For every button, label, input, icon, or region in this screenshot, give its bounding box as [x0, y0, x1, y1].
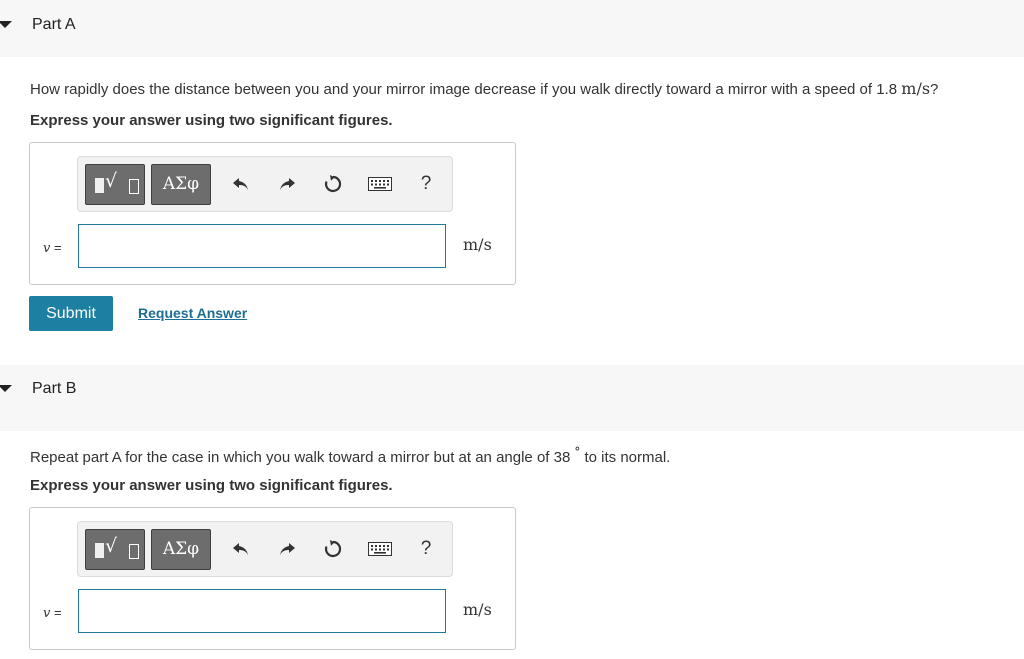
math-toolbar: √ ΑΣφ ?: [77, 521, 453, 577]
redo-button[interactable]: [274, 536, 300, 562]
part-b-header[interactable]: Part B: [0, 365, 1024, 431]
part-a-answer-box: √ ΑΣφ ? v = m/s: [29, 142, 516, 285]
part-a-title: Part A: [32, 16, 76, 33]
variable-label: v =: [43, 240, 62, 256]
redo-button[interactable]: [274, 171, 300, 197]
part-b-title: Part B: [32, 380, 77, 397]
help-button[interactable]: ?: [416, 536, 436, 562]
reset-icon: [324, 175, 342, 193]
templates-icon: [95, 543, 104, 558]
collapse-caret-icon[interactable]: [0, 21, 12, 28]
request-answer-link[interactable]: Request Answer: [138, 305, 247, 321]
templates-button[interactable]: √: [85, 529, 145, 570]
part-b-answer-box: √ ΑΣφ ? v = m/s: [29, 507, 516, 650]
keyboard-icon: [368, 177, 392, 191]
redo-icon: [280, 543, 295, 555]
keyboard-button[interactable]: [366, 536, 394, 562]
undo-button[interactable]: [228, 171, 254, 197]
keyboard-icon: [368, 542, 392, 556]
symbols-button[interactable]: ΑΣφ: [151, 164, 211, 205]
undo-button[interactable]: [228, 536, 254, 562]
variable-label: v =: [43, 605, 62, 621]
part-b-instruction: Express your answer using two significan…: [30, 477, 393, 494]
answer-input[interactable]: [78, 224, 446, 268]
keyboard-button[interactable]: [366, 171, 394, 197]
symbols-button[interactable]: ΑΣφ: [151, 529, 211, 570]
undo-icon: [233, 178, 248, 190]
reset-icon: [324, 540, 342, 558]
answer-input[interactable]: [78, 589, 446, 633]
templates-icon: [95, 178, 104, 193]
reset-button[interactable]: [320, 536, 346, 562]
math-toolbar: √ ΑΣφ ?: [77, 156, 453, 212]
unit-label: m/s: [463, 600, 492, 619]
submit-button[interactable]: Submit: [29, 296, 113, 331]
unit-label: m/s: [463, 235, 492, 254]
reset-button[interactable]: [320, 171, 346, 197]
part-b-question: Repeat part A for the case in which you …: [30, 445, 671, 466]
redo-icon: [280, 178, 295, 190]
collapse-caret-icon[interactable]: [0, 385, 12, 392]
part-a-header[interactable]: Part A: [0, 0, 1024, 57]
part-a-question: How rapidly does the distance between yo…: [30, 79, 939, 98]
part-a-instruction: Express your answer using two significan…: [30, 112, 393, 129]
undo-icon: [233, 543, 248, 555]
help-button[interactable]: ?: [416, 171, 436, 197]
templates-button[interactable]: √: [85, 164, 145, 205]
